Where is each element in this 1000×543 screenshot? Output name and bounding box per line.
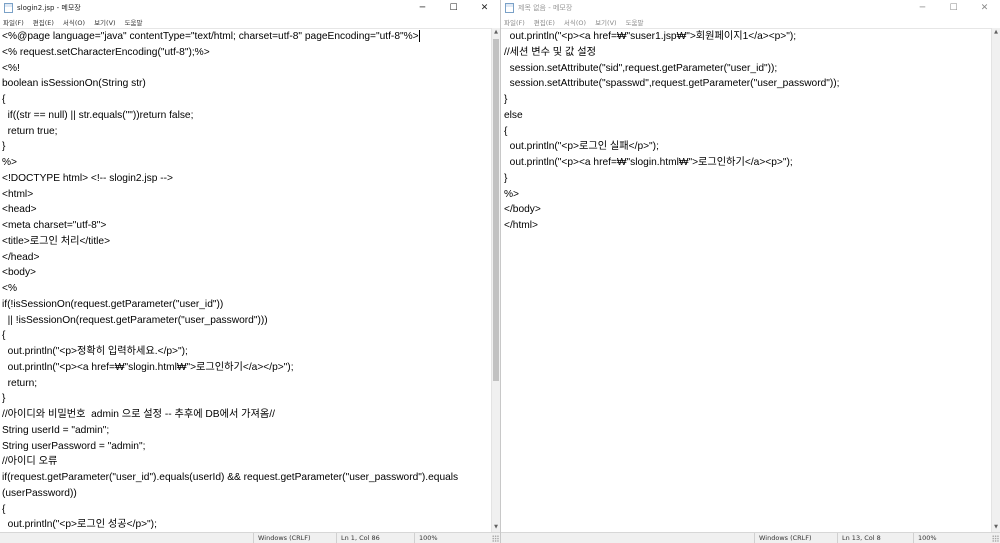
notepad-app-icon: [4, 3, 13, 13]
code-line: }: [2, 393, 6, 405]
menu-file[interactable]: 파일(F): [504, 17, 525, 27]
vertical-scrollbar[interactable]: ▲ ▼: [491, 28, 500, 532]
minimize-icon[interactable]: ─: [407, 0, 438, 16]
menu-edit[interactable]: 편집(E): [33, 17, 54, 27]
code-line: out.println("<p>로그인 실패</p>");: [504, 141, 659, 153]
code-line: %>: [2, 157, 18, 168]
menu-file[interactable]: 파일(F): [3, 17, 24, 27]
title-bar[interactable]: slogin2.jsp - 메모장 ─ ☐ ✕: [0, 0, 500, 16]
vertical-scrollbar[interactable]: ▲ ▼: [991, 28, 1000, 532]
code-line: //세션 변수 및 값 설정: [504, 46, 596, 58]
caption-buttons: ─ ☐ ✕: [407, 0, 500, 16]
code-line: <body>: [2, 267, 36, 279]
menu-view[interactable]: 보기(V): [595, 17, 616, 27]
code-line: <%: [2, 283, 18, 294]
code-line: if(!isSessionOn(request.getParameter("us…: [2, 298, 224, 310]
status-zoom: 100%: [913, 533, 937, 543]
text-caret: [418, 30, 420, 43]
code-line: //아이디와 비밀번호 admin 으로 설정 -- 추후에 DB에서 가져옴/…: [2, 409, 275, 420]
code-line: out.println("<p><a href=₩"slogin.html₩">…: [504, 157, 793, 168]
code-line: %>: [504, 188, 520, 200]
code-line: session.setAttribute("sid",request.getPa…: [504, 62, 778, 74]
resize-grip-icon[interactable]: [992, 535, 999, 542]
title-bar[interactable]: 제목 없음 - 메모장 ─ ☐ ✕: [501, 0, 1000, 16]
code-line: //아이디 오류: [2, 456, 58, 468]
window-title: 제목 없음 - 메모장: [518, 4, 573, 12]
code-line: return;: [2, 377, 38, 389]
code-line: </html>: [504, 220, 538, 231]
close-icon[interactable]: ✕: [469, 0, 500, 16]
code-line: </head>: [2, 251, 40, 263]
menu-edit[interactable]: 편집(E): [534, 17, 555, 27]
code-line: <head>: [2, 204, 37, 216]
code-line: session.setAttribute("spasswd",request.g…: [504, 78, 840, 90]
code-line: else: [504, 109, 523, 121]
code-line: <html>: [2, 188, 34, 200]
status-line-ending: Windows (CRLF): [253, 533, 311, 543]
code-line: out.println("<p><a href=₩"suser1.jsp₩">회…: [504, 31, 797, 42]
code-line: return true;: [2, 125, 58, 137]
code-line: {: [2, 94, 6, 105]
text-editor-area[interactable]: <%@page language="java" contentType="tex…: [0, 28, 491, 532]
code-line: out.println("<p>정확히 입력하세요.</p>");: [2, 346, 188, 357]
code-line: if((str == null) || str.equals(""))retur…: [2, 109, 194, 121]
code-line: <!DOCTYPE html> <!-- slogin2.jsp -->: [2, 172, 173, 184]
code-line: <title>로그인 처리</title>: [2, 235, 111, 247]
menu-help[interactable]: 도움말: [626, 17, 644, 27]
status-bar: Windows (CRLF) Ln 1, Col 86 100%: [0, 532, 500, 543]
code-line: <%@page language="java" contentType="tex…: [2, 30, 420, 43]
code-line: <meta charset="utf-8">: [2, 220, 107, 231]
window-title: slogin2.jsp - 메모장: [17, 4, 81, 12]
code-line: }: [2, 141, 6, 153]
status-cursor-position: Ln 13, Col 8: [837, 533, 881, 543]
minimize-icon[interactable]: ─: [907, 0, 938, 16]
notepad-app-icon: [505, 3, 514, 13]
menu-help[interactable]: 도움말: [125, 17, 143, 27]
caption-buttons: ─ ☐ ✕: [907, 0, 1000, 16]
code-line: String userPassword = "admin";: [2, 440, 146, 452]
status-line-ending: Windows (CRLF): [754, 533, 812, 543]
code-line: <%!: [2, 62, 20, 74]
status-cursor-position: Ln 1, Col 86: [336, 533, 380, 543]
status-zoom: 100%: [414, 533, 438, 543]
code-line: String userId = "admin";: [2, 424, 110, 436]
code-line: {: [504, 125, 508, 137]
scrollbar-thumb[interactable]: [493, 39, 499, 381]
menu-format[interactable]: 서식(O): [564, 17, 586, 27]
code-line: || !isSessionOn(request.getParameter("us…: [2, 314, 268, 326]
text-editor-area[interactable]: out.println("<p><a href=₩"suser1.jsp₩">회…: [501, 28, 991, 532]
code-line: boolean isSessionOn(String str): [2, 78, 146, 90]
scroll-up-icon[interactable]: ▲: [492, 28, 500, 37]
code-line: <% request.setCharacterEncoding("utf-8")…: [2, 46, 210, 58]
close-icon[interactable]: ✕: [969, 0, 1000, 16]
menu-view[interactable]: 보기(V): [94, 17, 115, 27]
code-line: out.println("<p><a href=₩"slogin.html₩">…: [2, 361, 294, 373]
maximize-icon[interactable]: ☐: [438, 0, 469, 16]
scroll-up-icon[interactable]: ▲: [992, 28, 1000, 37]
resize-grip-icon[interactable]: [492, 535, 499, 542]
code-line: (userPassword)): [2, 487, 77, 499]
code-line: {: [2, 503, 6, 515]
code-line: }: [504, 94, 508, 105]
menu-bar: 파일(F) 편집(E) 서식(O) 보기(V) 도움말: [0, 16, 500, 28]
scroll-down-icon[interactable]: ▼: [992, 523, 1000, 532]
code-line: }: [504, 172, 508, 184]
menu-bar: 파일(F) 편집(E) 서식(O) 보기(V) 도움말: [501, 16, 1000, 28]
notepad-window-slogin2: slogin2.jsp - 메모장 ─ ☐ ✕ 파일(F) 편집(E) 서식(O…: [0, 0, 501, 543]
notepad-window-untitled: 제목 없음 - 메모장 ─ ☐ ✕ 파일(F) 편집(E) 서식(O) 보기(V…: [501, 0, 1000, 543]
code-line: </body>: [504, 204, 541, 216]
code-line: {: [2, 330, 6, 342]
status-bar: Windows (CRLF) Ln 13, Col 8 100%: [501, 532, 1000, 543]
code-line: if(request.getParameter("user_id").equal…: [2, 472, 459, 483]
code-line: out.println("<p>로그인 성공</p>");: [2, 519, 157, 531]
menu-format[interactable]: 서식(O): [63, 17, 85, 27]
scroll-down-icon[interactable]: ▼: [492, 523, 500, 532]
maximize-icon[interactable]: ☐: [938, 0, 969, 16]
